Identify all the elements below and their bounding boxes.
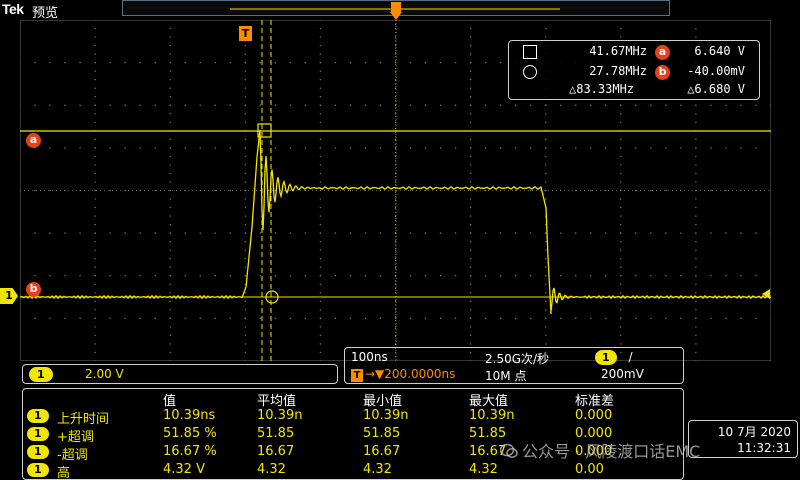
cursor-a-badge: a <box>655 45 670 60</box>
trigger-level: 200mV <box>601 367 644 381</box>
measurement-value: 4.32 V <box>163 462 205 477</box>
trigger-slope-rising-icon: / <box>628 350 633 364</box>
trigger-level-arrow[interactable] <box>762 289 770 299</box>
circle-cursor-icon <box>523 65 537 79</box>
measurement-std: 0.00 <box>575 462 604 477</box>
cursor-1-frequency: 41.67MHz <box>589 44 647 58</box>
col-mean: 平均值 <box>257 394 297 409</box>
cursor-readout-panel[interactable]: 41.67MHz a 6.640 V 27.78MHz b -40.00mV △… <box>508 40 760 100</box>
delta-frequency: △83.33MHz <box>569 82 635 96</box>
channel-1-ground-marker[interactable]: 1 <box>0 288 18 304</box>
cursor-a-left-badge[interactable]: a <box>26 133 41 148</box>
trigger-position: →▼200.0000ns <box>365 367 456 381</box>
measurement-header-row: 值 平均值 最小值 最大值 标准差 <box>23 390 683 409</box>
measurement-mean: 4.32 <box>257 462 286 477</box>
col-stddev: 标准差 <box>575 394 615 409</box>
cursor-2-frequency: 27.78MHz <box>589 64 647 78</box>
watermark: 公众号 · 风陵渡口话EMC <box>500 438 701 461</box>
date-text: 10 7月 2020 <box>717 425 791 439</box>
top-overlay <box>230 2 560 20</box>
cursor-b-badge: b <box>655 65 670 80</box>
measurement-mean: 16.67 <box>257 444 295 459</box>
channel-1-badge: 1 <box>29 367 53 382</box>
wechat-icon <box>500 443 518 458</box>
record-length: 10M 点 <box>485 369 527 383</box>
square-cursor-icon <box>523 45 537 59</box>
measurement-value: 16.67 % <box>163 444 217 459</box>
channel-1-scale: 2.00 V <box>85 367 124 381</box>
sample-rate: 2.50G次/秒 <box>485 352 550 366</box>
table-row[interactable]: 1 高 4.32 V 4.32 4.32 4.32 0.00 <box>23 462 683 480</box>
delta-voltage: △6.680 V <box>687 82 745 96</box>
cursor-b-left-badge[interactable]: b <box>26 282 41 297</box>
measurement-min: 10.39n <box>363 408 409 423</box>
measurement-min: 51.85 <box>363 426 401 441</box>
cursor-a-voltage: 6.640 V <box>694 44 745 58</box>
trigger-position-icon: T <box>351 369 363 382</box>
time-text: 11:32:31 <box>737 441 791 455</box>
measurement-channel-badge: 1 <box>27 427 49 441</box>
trigger-source-badge: 1 <box>595 350 617 365</box>
col-min: 最小值 <box>363 394 403 409</box>
measurement-max: 10.39n <box>469 408 515 423</box>
measurement-label: +超调 <box>57 430 94 445</box>
channel-scale-panel[interactable]: 1 2.00 V <box>22 364 338 384</box>
horizontal-trigger-panel[interactable]: 100ns 2.50G次/秒 T →▼200.0000ns 10M 点 1 / 2… <box>344 347 684 384</box>
measurement-min: 4.32 <box>363 462 392 477</box>
measurement-channel-badge: 1 <box>27 463 49 477</box>
measurement-max: 4.32 <box>469 462 498 477</box>
measurement-label: 高 <box>57 466 71 480</box>
table-row[interactable]: 1 上升时间 10.39ns 10.39n 10.39n 10.39n 0.00… <box>23 408 683 427</box>
measurement-label: 上升时间 <box>57 412 110 427</box>
col-value: 值 <box>163 394 177 409</box>
watermark-text: 公众号 · 风陵渡口话EMC <box>522 442 701 461</box>
measurement-value: 10.39ns <box>163 408 216 423</box>
measurement-std: 0.000 <box>575 408 613 423</box>
measurement-table[interactable]: 值 平均值 最小值 最大值 标准差 1 上升时间 10.39ns 10.39n … <box>22 388 684 480</box>
measurement-channel-badge: 1 <box>27 445 49 459</box>
measurement-channel-badge: 1 <box>27 409 49 423</box>
measurement-mean: 10.39n <box>257 408 303 423</box>
measurement-value: 51.85 % <box>163 426 217 441</box>
measurement-label: -超调 <box>57 448 88 463</box>
col-max: 最大值 <box>469 394 509 409</box>
measurement-min: 16.67 <box>363 444 401 459</box>
measurement-mean: 51.85 <box>257 426 295 441</box>
datetime-display: 10 7月 2020 11:32:31 <box>688 420 798 458</box>
trigger-marker[interactable]: T <box>239 26 252 41</box>
time-per-division: 100ns <box>351 350 388 364</box>
cursor-b-voltage: -40.00mV <box>687 64 745 78</box>
